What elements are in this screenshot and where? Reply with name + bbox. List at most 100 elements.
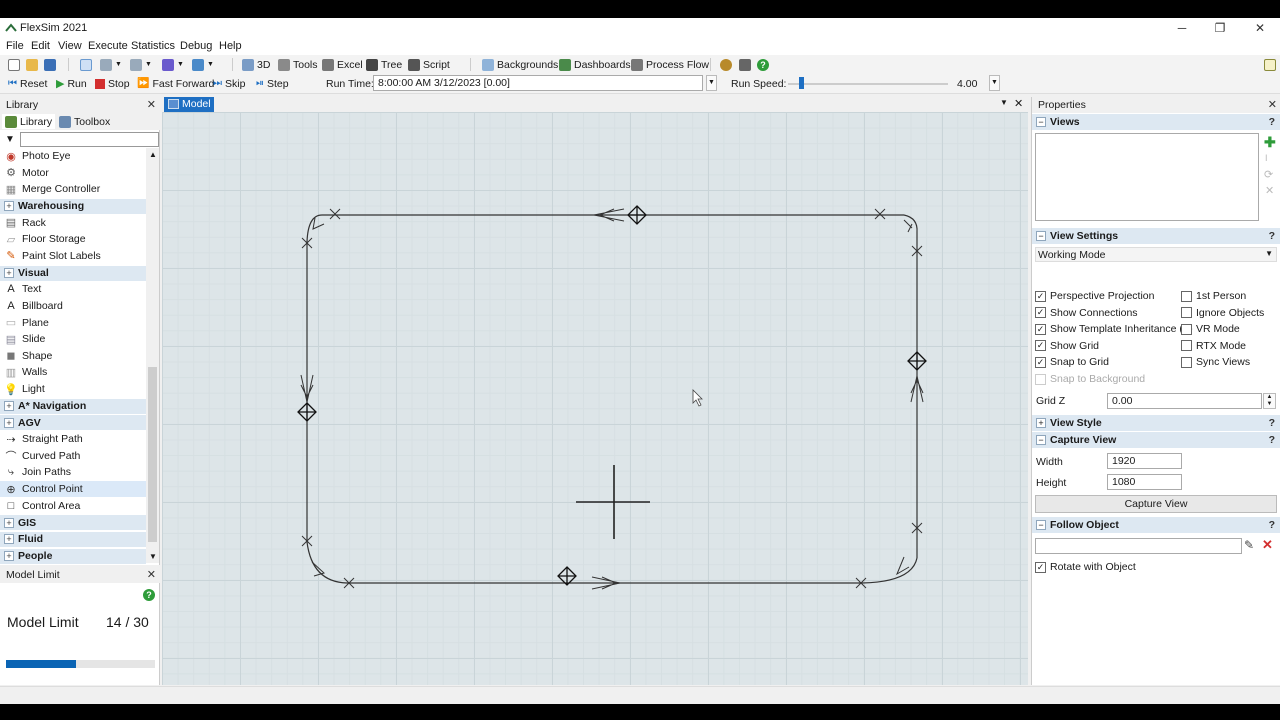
eyedropper-icon[interactable]: ✎ [1244, 538, 1254, 552]
maximize-button[interactable]: ❐ [1200, 18, 1240, 38]
show-connections-checkbox[interactable]: ✓ Show Connections [1035, 307, 1138, 319]
library-scroll-thumb[interactable] [148, 367, 157, 542]
close-model-limit-icon[interactable]: ✕ [147, 568, 156, 581]
follow-object-section-header[interactable]: − Follow Object ? [1032, 517, 1280, 533]
help-icon[interactable]: ? [1269, 417, 1275, 429]
collapse-icon[interactable]: − [1036, 231, 1046, 241]
library-item-merge-controller[interactable]: ▦ Merge Controller [0, 181, 146, 197]
library-item-control-area[interactable]: □ Control Area [0, 498, 146, 514]
clear-follow-icon[interactable]: ✕ [1262, 537, 1273, 553]
views-section-header[interactable]: − Views ? [1032, 114, 1280, 130]
scroll-up-icon[interactable]: ▲ [149, 150, 157, 159]
tab-toolbox[interactable]: Toolbox [56, 114, 113, 129]
library-item-paint-slot-labels[interactable]: ✎ Paint Slot Labels [0, 248, 146, 264]
excel-button[interactable]: Excel [322, 57, 363, 72]
close-library-icon[interactable]: ✕ [147, 98, 156, 111]
collapse-icon[interactable]: − [1036, 117, 1046, 127]
library-item-floor-storage[interactable]: ▱ Floor Storage [0, 231, 146, 247]
collapse-icon[interactable]: − [1036, 435, 1046, 445]
add-view-icon[interactable]: ✚ [1264, 134, 1276, 151]
model-3d-canvas[interactable] [162, 112, 1028, 685]
stop-button[interactable]: Stop [95, 76, 130, 91]
menu-file[interactable]: File [6, 40, 24, 52]
help-icon[interactable]: ? [1269, 434, 1275, 446]
minimize-button[interactable]: ─ [1162, 18, 1202, 38]
views-list[interactable] [1035, 133, 1259, 221]
refresh-view-icon[interactable]: ⟳ [1264, 168, 1273, 181]
dashboards-button[interactable]: Dashboards [559, 57, 631, 72]
expand-icon[interactable]: + [4, 534, 14, 545]
run-button[interactable]: ▶ Run [56, 76, 87, 91]
library-category-fluid[interactable]: + Fluid [0, 530, 146, 547]
1st-person-checkbox[interactable]: 1st Person [1181, 290, 1246, 302]
library-category-a-navigation[interactable]: + A* Navigation [0, 397, 146, 414]
ignore-objects-checkbox[interactable]: Ignore Objects [1181, 307, 1264, 319]
sync-views-checkbox[interactable]: Sync Views [1181, 356, 1250, 368]
perspective-projection-checkbox[interactable]: ✓ Perspective Projection [1035, 290, 1154, 302]
library-item-control-point[interactable]: ⊕ Control Point [0, 481, 146, 497]
new-file-icon[interactable] [8, 57, 20, 72]
library-item-photo-eye[interactable]: ◉ Photo Eye [0, 148, 146, 164]
vr-mode-checkbox[interactable]: VR Mode [1181, 323, 1240, 335]
tab-library[interactable]: Library [2, 114, 56, 129]
create-object-icon[interactable]: ▼ [162, 57, 184, 72]
open-folder-icon[interactable] [26, 57, 38, 72]
library-category-gis[interactable]: + GIS [0, 514, 146, 531]
expand-icon[interactable]: + [4, 401, 14, 412]
process-flow-button[interactable]: Process Flow [631, 57, 709, 72]
settings-gear-icon[interactable] [720, 57, 732, 72]
library-item-light[interactable]: 💡 Light [0, 381, 146, 397]
library-category-people[interactable]: + People [0, 547, 146, 564]
width-input[interactable]: 1920 [1107, 453, 1182, 469]
help-icon[interactable]: ? [1269, 519, 1275, 531]
panel-toggle-icon[interactable] [1264, 57, 1276, 72]
menu-help[interactable]: Help [219, 40, 242, 52]
run-time-dropdown[interactable]: ▼ [706, 75, 717, 91]
expand-icon[interactable]: + [4, 417, 14, 428]
rotate-with-object-checkbox[interactable]: ✓ Rotate with Object [1035, 561, 1136, 573]
fast-forward-button[interactable]: ⏩ Fast Forward [137, 76, 214, 91]
help-icon[interactable]: ? [1269, 230, 1275, 242]
menu-execute[interactable]: Execute [88, 40, 128, 52]
connect-mode-icon[interactable]: ▼ [100, 57, 122, 72]
model-limit-help-icon[interactable]: ? [143, 589, 155, 601]
help-icon[interactable]: ? [757, 57, 769, 72]
library-item-walls[interactable]: ▥ Walls [0, 364, 146, 380]
help-icon[interactable]: ? [1269, 116, 1275, 128]
library-category-warehousing[interactable]: + Warehousing [0, 197, 146, 214]
expand-icon[interactable]: + [4, 517, 14, 528]
skip-button[interactable]: ⏭ Skip [213, 76, 245, 91]
menu-view[interactable]: View [58, 40, 82, 52]
height-input[interactable]: 1080 [1107, 474, 1182, 490]
library-item-plane[interactable]: ▭ Plane [0, 315, 146, 331]
library-category-visual[interactable]: + Visual [0, 264, 146, 281]
library-item-motor[interactable]: ⚙ Motor [0, 165, 146, 181]
delete-view-icon[interactable]: ✕ [1265, 184, 1274, 197]
show-template-inheritance-t-checkbox[interactable]: ✓ Show Template Inheritance (T) [1035, 323, 1193, 335]
close-model-tab-icon[interactable]: ✕ [1014, 97, 1023, 110]
library-item-straight-path[interactable]: ⇢ Straight Path [0, 431, 146, 447]
working-mode-select[interactable]: Working Mode ▼ [1035, 247, 1277, 262]
backgrounds-button[interactable]: Backgrounds [482, 57, 558, 72]
expand-icon[interactable]: + [1036, 418, 1046, 428]
run-time-field[interactable]: 8:00:00 AM 3/12/2023 [0.00] [373, 75, 703, 91]
library-item-shape[interactable]: ◼ Shape [0, 348, 146, 364]
grid-z-stepper[interactable]: ▲ ▼ [1263, 393, 1276, 409]
collapse-icon[interactable]: − [1036, 520, 1046, 530]
grid-z-input[interactable]: 0.00 [1107, 393, 1262, 409]
capture-view-section-header[interactable]: − Capture View ? [1032, 432, 1280, 448]
library-item-rack[interactable]: ▤ Rack [0, 215, 146, 231]
save-icon[interactable] [44, 57, 56, 72]
library-item-curved-path[interactable]: ⌒ Curved Path [0, 448, 146, 464]
capture-view-button[interactable]: Capture View [1035, 495, 1277, 513]
expand-icon[interactable]: + [4, 551, 14, 562]
follow-object-input[interactable] [1035, 538, 1242, 554]
expand-icon[interactable]: + [4, 268, 14, 279]
view-options-icon[interactable]: ▼ [192, 57, 214, 72]
menu-statistics[interactable]: Statistics [131, 40, 175, 52]
close-properties-icon[interactable]: ✕ [1268, 98, 1277, 111]
tab-model[interactable]: Model [164, 97, 214, 112]
library-item-join-paths[interactable]: ⤷ Join Paths [0, 464, 146, 480]
snap-to-grid-checkbox[interactable]: ✓ Snap to Grid [1035, 356, 1109, 368]
agv-path-layer[interactable] [162, 112, 1028, 685]
